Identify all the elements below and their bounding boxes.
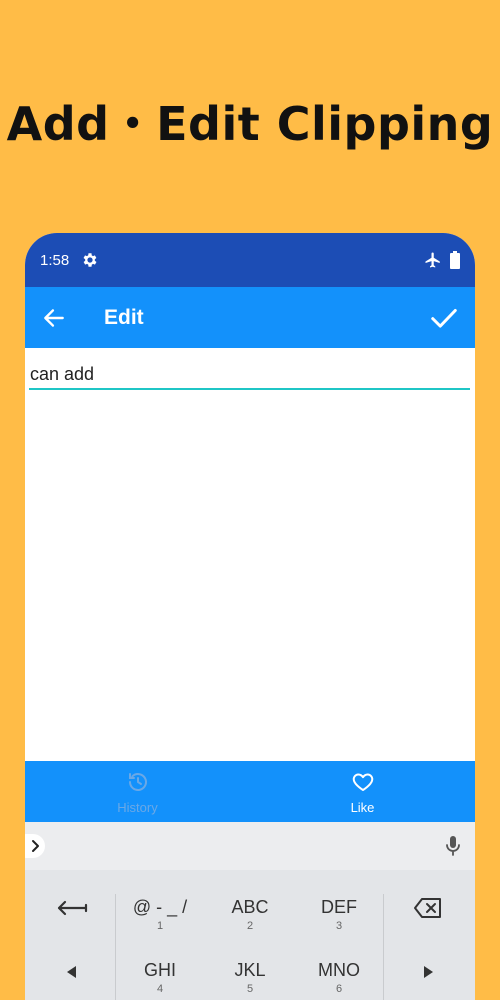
keyboard-suggestion-bar (25, 822, 475, 870)
triangle-right-icon (424, 966, 433, 978)
phone-screen: 1:58 Edit History (25, 233, 475, 1000)
key-label: @ - _ / (132, 897, 188, 917)
nav-label-like: Like (350, 800, 375, 815)
chevron-right-icon (32, 840, 39, 852)
nav-label-history: History (117, 800, 158, 815)
history-icon (129, 773, 147, 791)
bottom-nav: History Like (25, 761, 475, 822)
heart-icon (352, 773, 374, 791)
arrow-left-icon[interactable] (41, 305, 67, 331)
key-label: GHI (143, 960, 176, 980)
key-cursor-back[interactable] (37, 897, 107, 919)
key-number: 2 (246, 920, 254, 932)
key-number: 3 (335, 920, 343, 932)
keyboard-expand-button[interactable] (25, 834, 45, 858)
keyboard-divider (383, 894, 384, 1000)
key-3-def[interactable]: DEF 3 (295, 897, 383, 932)
app-bar: Edit (25, 287, 475, 348)
backspace-icon (414, 898, 441, 918)
key-number: 1 (156, 920, 164, 932)
key-backspace[interactable] (391, 897, 465, 919)
key-5-jkl[interactable]: JKL 5 (205, 960, 295, 995)
nav-item-like[interactable]: Like (250, 761, 475, 822)
key-label: DEF (321, 897, 357, 917)
key-cursor-right[interactable] (391, 965, 465, 979)
key-label: JKL (234, 960, 266, 980)
key-label: MNO (318, 960, 360, 980)
triangle-left-icon (67, 966, 76, 978)
key-2-abc[interactable]: ABC 2 (205, 897, 295, 932)
key-cursor-left[interactable] (37, 965, 107, 979)
check-icon[interactable] (429, 303, 459, 333)
gear-icon (83, 253, 97, 267)
battery-icon (450, 251, 460, 269)
nav-item-history[interactable]: History (25, 761, 250, 822)
status-bar: 1:58 (25, 233, 475, 287)
key-6-mno[interactable]: MNO 6 (295, 960, 383, 995)
airplane-icon (425, 252, 440, 268)
key-label: ABC (231, 897, 269, 917)
key-1-symbols[interactable]: @ - _ / 1 (115, 897, 205, 932)
page-title: Edit (104, 306, 144, 329)
status-time: 1:58 (40, 252, 70, 269)
promo-headline: Add・Edit Clipping (6, 97, 494, 151)
key-4-ghi[interactable]: GHI 4 (115, 960, 205, 995)
microphone-icon[interactable] (443, 835, 463, 857)
key-number: 5 (246, 983, 254, 995)
key-number: 4 (156, 983, 164, 995)
clip-text-input[interactable] (29, 360, 470, 390)
keyboard: @ - _ / 1 ABC 2 DEF 3 GHI 4 JKL 5 MNO 6 (25, 870, 475, 1000)
arrow-left-icon (57, 900, 88, 916)
key-number: 6 (335, 983, 343, 995)
editor-area (25, 348, 475, 761)
